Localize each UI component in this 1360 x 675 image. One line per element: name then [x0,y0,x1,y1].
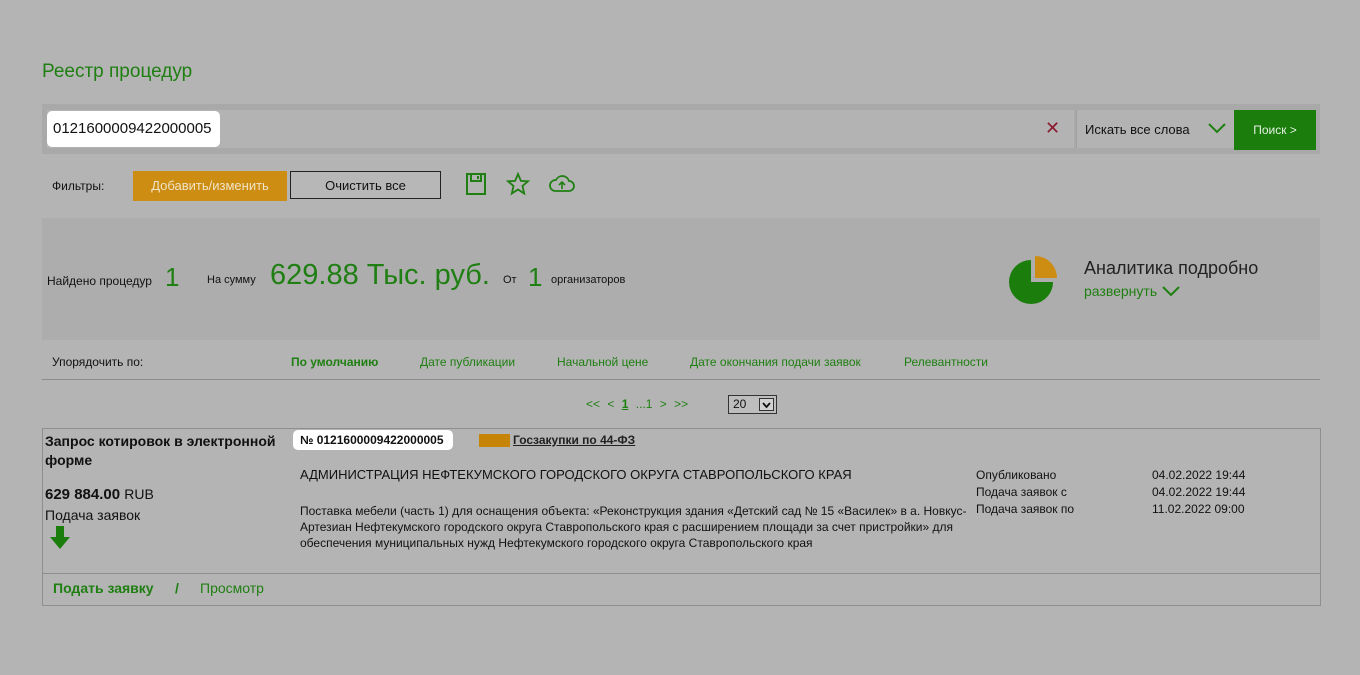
found-label: Найдено процедур [47,274,152,288]
page-ellipsis[interactable]: ...1 [636,397,653,411]
page-prev-link[interactable]: < [607,397,614,411]
analytics-title: Аналитика подробно [1084,258,1259,278]
divider [43,573,1320,574]
law-badge [479,434,510,447]
sort-option-relevance[interactable]: Релевантности [904,355,988,369]
view-link[interactable]: Просмотр [200,580,264,596]
procedure-type: Запрос котировок в электронной форме [45,433,276,468]
cloud-upload-icon[interactable] [548,172,576,196]
search-button[interactable]: Поиск > [1234,110,1316,150]
page-current[interactable]: 1 [622,397,629,411]
page-next-link[interactable]: > [660,397,667,411]
procedure-stage: Подача заявок [45,507,141,523]
dropdown-arrow-icon[interactable] [759,398,774,411]
customer-name: АДМИНИСТРАЦИЯ НЕФТЕКУМСКОГО ГОРОДСКОГО О… [300,467,852,482]
analytics-expand-link[interactable]: развернуть [1084,283,1157,299]
submit-application-link[interactable]: Подать заявку [53,580,154,596]
from-label: От [503,274,517,286]
page-title: Реестр процедур [42,61,193,82]
sort-option-initial-price[interactable]: Начальной цене [557,355,648,369]
action-separator: / [175,580,179,596]
per-page-select[interactable]: 20 [728,395,777,414]
chevron-down-icon[interactable] [1207,121,1227,135]
sort-option-deadline[interactable]: Дате окончания подачи заявок [690,355,861,369]
per-page-value: 20 [733,397,747,411]
procurement-subject: Поставка мебели (часть 1) для оснащения … [300,504,967,550]
published-date: 04.02.2022 19:44 [1152,468,1246,482]
search-mode-label[interactable]: Искать все слова [1085,122,1190,137]
page-first-link[interactable]: << [586,397,600,411]
sum-label: На сумму [207,274,256,286]
arrow-down-icon [50,526,70,549]
sort-option-publication-date[interactable]: Дате публикации [420,355,515,369]
pie-chart-icon[interactable] [1009,256,1059,304]
law-link[interactable]: Госзакупки по 44-ФЗ [513,433,635,447]
bids-from-date: 04.02.2022 19:44 [1152,485,1246,499]
sort-label: Упорядочить по: [52,355,144,369]
sort-option-default[interactable]: По умолчанию [291,355,378,369]
chevron-down-icon[interactable] [1161,285,1181,297]
sum-value: 629.88 Тыс. руб. [270,259,490,291]
page-last-link[interactable]: >> [674,397,688,411]
save-icon[interactable] [465,172,487,196]
clear-search-icon[interactable]: ✕ [1045,118,1060,139]
pagination: << < 1 ...1 > >> [586,397,692,411]
star-icon[interactable] [506,172,530,196]
clear-all-button[interactable]: Очистить все [290,171,441,199]
organizers-count: 1 [528,262,543,292]
published-label: Опубликовано [976,468,1057,482]
bids-until-label: Подача заявок по [976,502,1075,516]
filters-label: Фильтры: [52,179,105,193]
price-value: 629 884.00 [45,486,121,503]
price-currency: RUB [124,486,154,502]
procedure-price: 629 884.00 RUB [45,486,154,503]
bids-until-date: 11.02.2022 09:00 [1152,502,1245,516]
found-count: 1 [165,262,180,292]
search-input-value[interactable]: 0121600009422000005 [47,111,220,147]
bids-from-label: Подача заявок с [976,485,1067,499]
add-filter-button[interactable]: Добавить/изменить [133,171,287,201]
organizers-label: организаторов [551,274,626,286]
divider [42,379,1320,380]
procedure-number-link[interactable]: № 0121600009422000005 [293,430,453,450]
